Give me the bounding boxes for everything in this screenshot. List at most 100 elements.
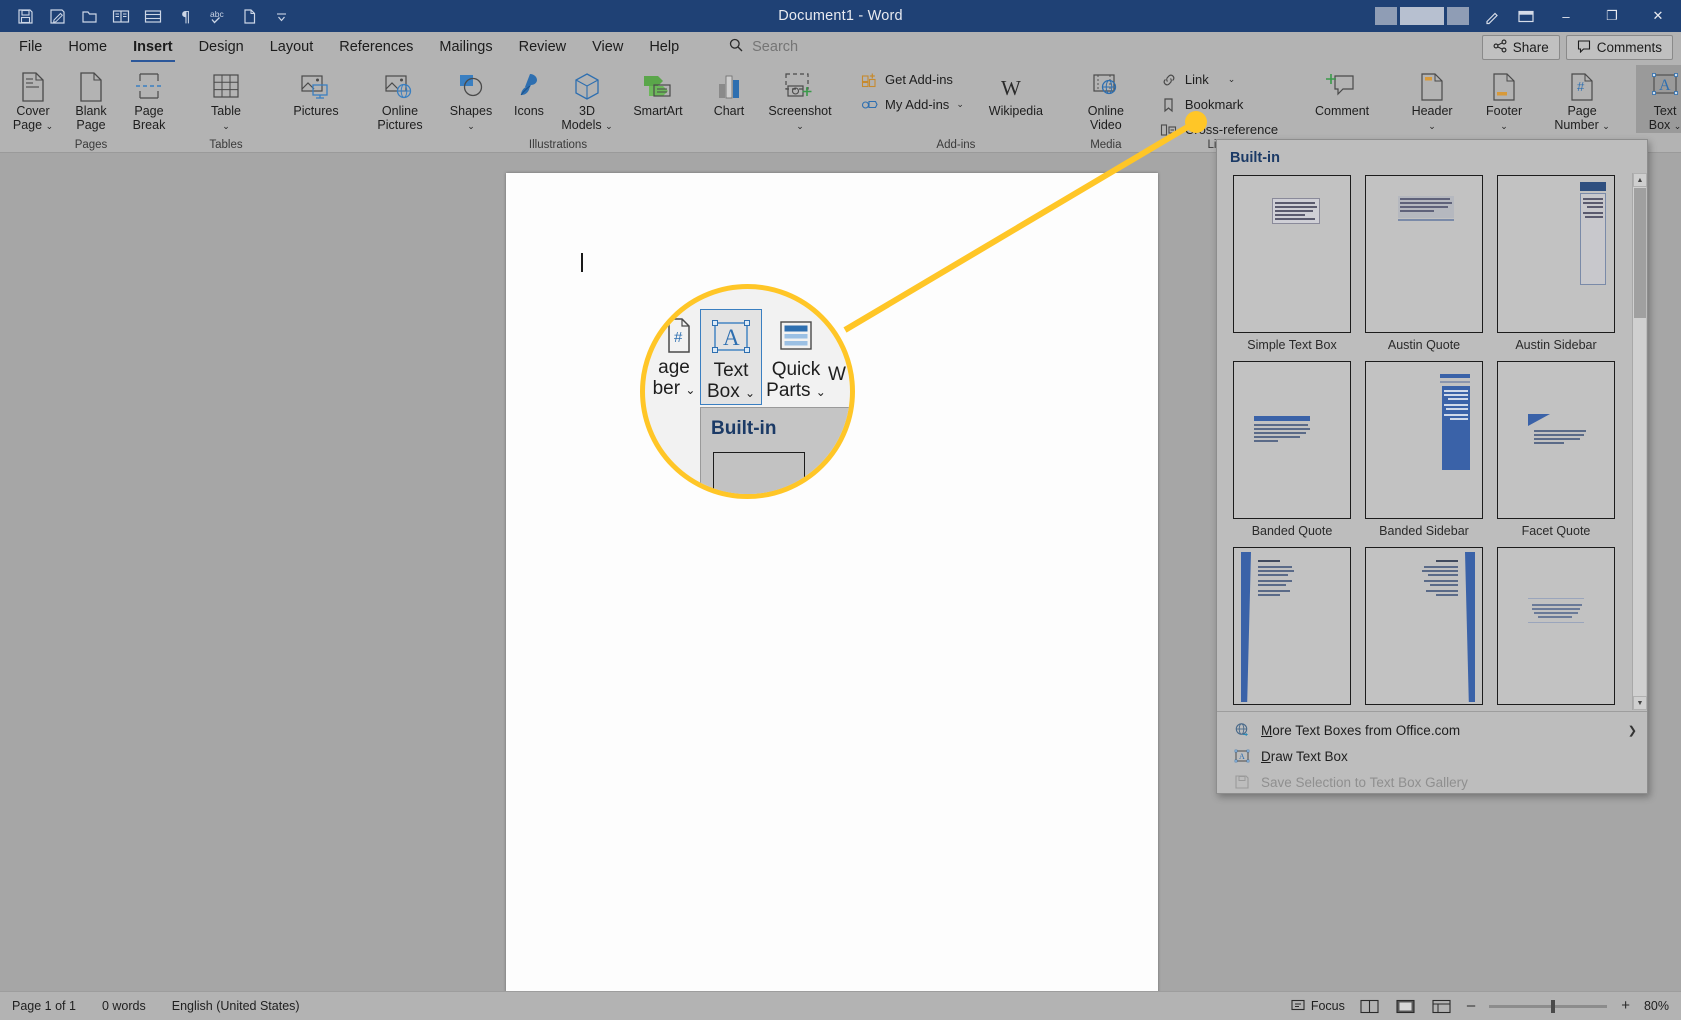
read-mode-icon[interactable] [106, 3, 136, 29]
thumbnail-caption: Banded Sidebar [1379, 524, 1469, 538]
callout-text-box-button[interactable]: A Text Box ⌄ [700, 309, 762, 405]
chart-button[interactable]: Chart [700, 65, 758, 119]
online-pictures-label: Online Pictures [377, 104, 423, 132]
scroll-up-arrow-icon[interactable]: ▲ [1633, 173, 1647, 187]
icons-button[interactable]: Icons [500, 65, 558, 119]
zoom-slider[interactable] [1489, 999, 1608, 1013]
ribbon-display-options-icon[interactable] [1509, 1, 1543, 31]
focus-button[interactable]: Focus [1291, 998, 1345, 1015]
chart-icon [713, 69, 745, 103]
tab-help[interactable]: Help [636, 33, 692, 62]
gallery-item-banded-quote[interactable]: Banded Quote [1229, 358, 1355, 544]
tab-references[interactable]: References [326, 33, 426, 62]
zoom-slider-handle[interactable] [1551, 999, 1556, 1013]
gallery-item-facet-quote[interactable]: Facet Quote [1493, 358, 1619, 544]
link-label: Link [1184, 72, 1209, 87]
header-button[interactable]: Header ⌄ [1396, 65, 1468, 133]
thumbnail-banded-quote [1233, 361, 1351, 519]
word-count-label[interactable]: 0 words [102, 999, 146, 1013]
tab-insert[interactable]: Insert [120, 33, 186, 63]
restore-button[interactable]: ❐ [1589, 0, 1635, 32]
tab-home[interactable]: Home [55, 33, 120, 62]
pictures-button[interactable]: Pictures [274, 65, 358, 119]
more-text-boxes-from-office-item[interactable]: More Text Boxes from Office.com ❯ [1217, 717, 1647, 743]
footer-button[interactable]: Footer ⌄ [1468, 65, 1540, 133]
get-add-ins-button[interactable]: Get Add-ins [858, 68, 970, 91]
print-layout-view-icon[interactable] [1395, 997, 1417, 1015]
paragraph-mark-icon[interactable]: ¶ [170, 3, 200, 29]
table-button[interactable]: Table ⌄ [190, 65, 262, 133]
customize-qat-icon[interactable] [266, 3, 296, 29]
zoom-out-button[interactable]: – [1467, 998, 1475, 1013]
icons-label: Icons [514, 104, 544, 118]
link-button[interactable]: Link ⌄ [1158, 68, 1284, 91]
scrollbar-thumb[interactable] [1634, 188, 1646, 318]
page-number-label: Page Number ⌄ [1554, 104, 1610, 132]
3d-models-button[interactable]: 3D Models ⌄ [558, 65, 616, 133]
chevron-down-icon[interactable]: ⌄ [1228, 74, 1236, 85]
gallery-item-filigree-quote[interactable]: Filigree Quote [1493, 544, 1619, 711]
gallery-item-banded-sidebar[interactable]: Banded Sidebar [1361, 358, 1487, 544]
gallery-scrollbar[interactable]: ▲ ▼ [1632, 173, 1647, 710]
online-pictures-button[interactable]: Online Pictures [358, 65, 442, 132]
online-video-button[interactable]: Online Video [1070, 65, 1142, 132]
smartart-button[interactable]: SmartArt [616, 65, 700, 119]
save-icon[interactable] [10, 3, 40, 29]
minimize-button[interactable]: – [1543, 0, 1589, 32]
web-layout-view-icon[interactable] [1431, 997, 1453, 1015]
zoom-level-label[interactable]: 80% [1644, 999, 1669, 1013]
new-document-icon[interactable] [234, 3, 264, 29]
bookmark-button[interactable]: Bookmark [1158, 93, 1284, 116]
my-add-ins-button[interactable]: My Add-ins ⌄ [858, 93, 970, 116]
text-box-gallery-dropdown[interactable]: Built-in Simple Text Box Austin Quote Au… [1216, 139, 1648, 794]
zoom-in-button[interactable]: + [1621, 998, 1630, 1013]
wikipedia-button[interactable]: W Wikipedia [974, 65, 1058, 119]
thumbnail-caption: Filigree Quote [1517, 705, 1596, 711]
chevron-down-icon[interactable]: ⌄ [956, 99, 964, 110]
close-button[interactable]: ✕ [1635, 0, 1681, 32]
status-right: Focus – + 80% [1291, 997, 1681, 1015]
draw-text-box-item[interactable]: A Draw Text Box [1217, 743, 1647, 769]
gallery-item-simple-text-box[interactable]: Simple Text Box [1229, 172, 1355, 358]
search-box[interactable] [728, 37, 933, 58]
save-selection-label: Save Selection to Text Box Gallery [1261, 774, 1468, 790]
gallery-item-austin-sidebar[interactable]: Austin Sidebar [1493, 172, 1619, 358]
draw-text-box-icon: A [1233, 747, 1251, 765]
tab-view[interactable]: View [579, 33, 636, 62]
spelling-icon[interactable]: abc [202, 3, 232, 29]
comments-button[interactable]: Comments [1565, 34, 1673, 60]
tab-file[interactable]: File [6, 33, 55, 62]
read-mode-view-icon[interactable] [1359, 997, 1381, 1015]
cover-page-button[interactable]: Cover Page ⌄ [4, 65, 62, 133]
shapes-button[interactable]: Shapes ⌄ [442, 65, 500, 133]
gallery-item-facet-sidebar-left[interactable]: Facet Sidebar (Left) [1229, 544, 1355, 711]
language-label[interactable]: English (United States) [172, 999, 300, 1013]
scroll-down-arrow-icon[interactable]: ▼ [1633, 696, 1647, 710]
gallery-item-austin-quote[interactable]: Austin Quote [1361, 172, 1487, 358]
wikipedia-label: Wikipedia [988, 104, 1043, 118]
comment-button[interactable]: Comment [1300, 65, 1384, 119]
text-box-button[interactable]: A Text Box ⌄ [1636, 65, 1681, 133]
callout-quick-parts-button[interactable]: Quick Parts ⌄ [764, 309, 828, 403]
gallery-item-facet-sidebar-right[interactable]: Facet Sidebar (Right) [1361, 544, 1487, 711]
tab-layout[interactable]: Layout [257, 33, 327, 62]
autosave-icon[interactable] [42, 3, 72, 29]
page-break-button[interactable]: Page Break [120, 65, 178, 132]
open-icon[interactable] [74, 3, 104, 29]
tab-review[interactable]: Review [506, 33, 580, 62]
cross-reference-button[interactable]: Cross-reference [1158, 118, 1284, 141]
pen-icon[interactable] [1475, 1, 1509, 31]
addins-small-buttons: Get Add-ins My Add-ins ⌄ [854, 65, 974, 116]
wikipedia-icon: W [999, 69, 1033, 103]
tab-mailings[interactable]: Mailings [426, 33, 505, 62]
blank-page-button[interactable]: Blank Page [62, 65, 120, 132]
page-number-button[interactable]: # Page Number ⌄ [1540, 65, 1624, 133]
callout-page-number-partial: # age ber ⌄ [645, 317, 707, 401]
search-input[interactable] [752, 39, 933, 55]
tab-design[interactable]: Design [186, 33, 257, 62]
share-button[interactable]: Share [1481, 34, 1560, 60]
page-count-label[interactable]: Page 1 of 1 [12, 999, 76, 1013]
print-layout-icon[interactable] [138, 3, 168, 29]
screenshot-button[interactable]: Screenshot ⌄ [758, 65, 842, 133]
gallery-scroll-area[interactable]: Simple Text Box Austin Quote Austin Side… [1217, 172, 1647, 711]
